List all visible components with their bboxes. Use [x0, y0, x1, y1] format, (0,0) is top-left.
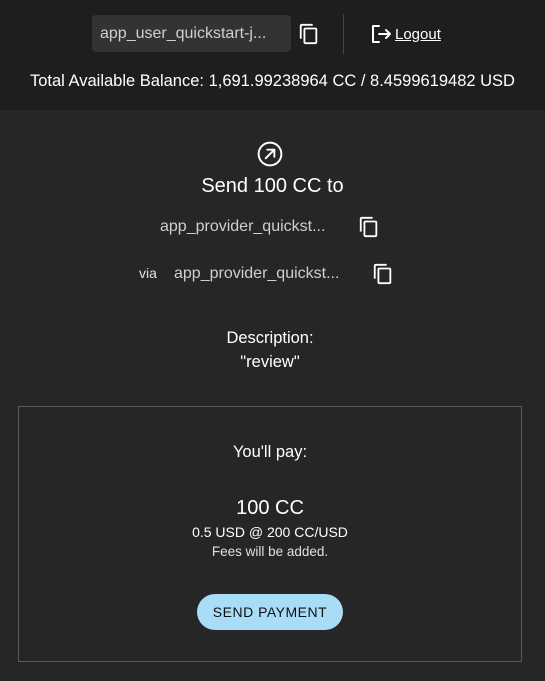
total-balance: Total Available Balance: 1,691.99238964 … — [30, 72, 515, 90]
copy-via-party-icon[interactable] — [372, 263, 394, 285]
logout-button[interactable]: Logout — [369, 22, 441, 46]
arrow-up-right-circle-icon — [257, 141, 283, 167]
username-chip: app_user_quickstart-j... — [92, 15, 291, 52]
payment-amount: 100 CC — [236, 497, 304, 519]
via-party: app_provider_quickst... — [174, 265, 340, 282]
payment-summary-card: You'll pay: 100 CC 0.5 USD @ 200 CC/USD … — [18, 406, 522, 662]
recipient-party: app_provider_quickst... — [160, 218, 326, 235]
send-payment-button[interactable]: SEND PAYMENT — [197, 594, 343, 630]
via-label: via — [139, 265, 157, 281]
youll-pay-label: You'll pay: — [232, 443, 308, 461]
username-label: app_user_quickstart-j... — [100, 24, 267, 42]
app-header: app_user_quickstart-j... Logout Total Av… — [0, 0, 545, 110]
send-title: Send 100 CC to — [201, 175, 344, 197]
logout-label: Logout — [395, 25, 441, 43]
exchange-rate: 0.5 USD @ 200 CC/USD — [192, 524, 348, 540]
description-label: Description: — [226, 329, 314, 347]
header-divider — [343, 14, 344, 54]
copy-recipient-icon[interactable] — [358, 216, 380, 238]
fees-note: Fees will be added. — [211, 544, 329, 559]
copy-username-icon[interactable] — [298, 23, 320, 45]
logout-icon — [372, 25, 391, 43]
description-value: "review" — [240, 353, 300, 371]
